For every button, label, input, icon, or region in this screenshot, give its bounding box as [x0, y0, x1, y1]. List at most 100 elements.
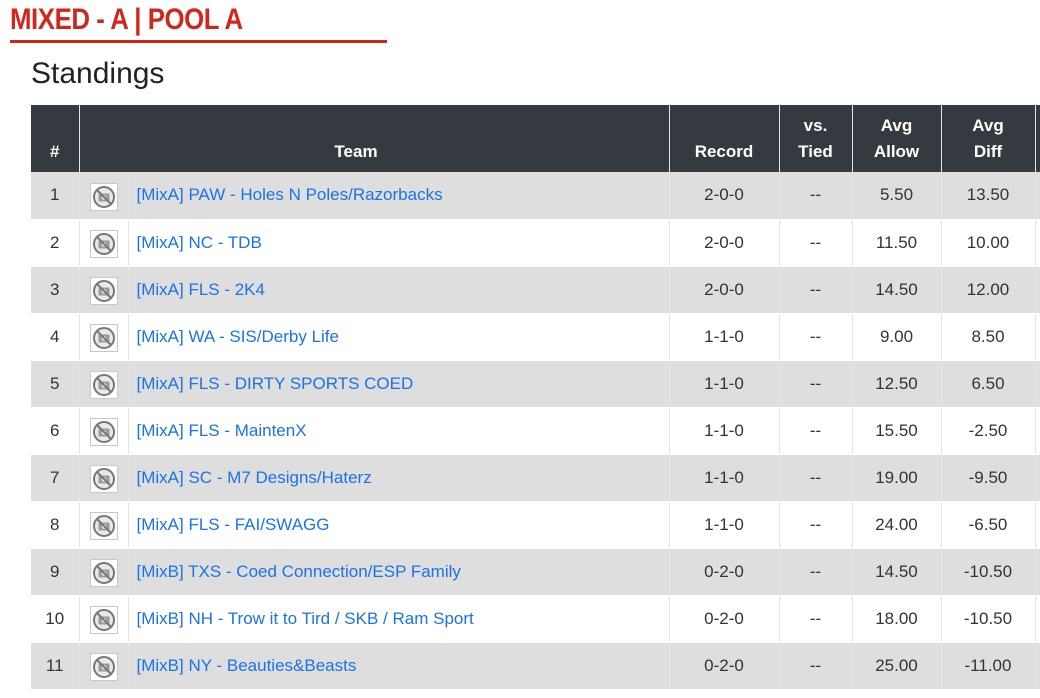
team-link[interactable]: [MixA] NC - TDB	[137, 233, 262, 252]
no-image-icon	[89, 371, 118, 399]
tied-cell: --	[778, 501, 852, 549]
team-cell: [MixA] PAW - Holes N Poles/Razorbacks	[127, 172, 669, 220]
team-link[interactable]: [MixA] SC - M7 Designs/Haterz	[137, 468, 372, 487]
table-row: 5 [MixA] FLS - DIRTY SPORTS COED 1-1-0 -…	[31, 360, 1040, 408]
avg-allow-cell: 18.00	[851, 595, 941, 643]
avg-diff-cell: 13.50	[940, 172, 1035, 220]
rank-cell: 3	[31, 266, 79, 314]
team-link[interactable]: [MixB] TXS - Coed Connection/ESP Family	[137, 562, 461, 581]
team-link[interactable]: [MixB] NY - Beauties&Beasts	[137, 656, 357, 675]
team-link[interactable]: [MixA] FLS - MaintenX	[137, 421, 307, 440]
tied-cell: --	[778, 454, 852, 502]
tied-cell: --	[778, 360, 852, 408]
record-cell: 1-1-0	[668, 407, 779, 455]
overflow-cell	[1034, 548, 1040, 596]
overflow-cell	[1034, 454, 1040, 502]
avg-diff-cell: -10.50	[940, 548, 1035, 596]
col-header-avg-diff-label: Avg Diff	[972, 116, 1004, 161]
team-logo-cell	[78, 407, 128, 455]
avg-diff-cell: -10.50	[940, 595, 1035, 643]
team-logo-cell	[78, 642, 128, 690]
table-row: 9 [MixB] TXS - Coed Connection/ESP Famil…	[31, 548, 1040, 596]
team-logo-cell	[78, 595, 128, 643]
team-cell: [MixB] NH - Trow it to Tird / SKB / Ram …	[127, 595, 669, 643]
no-image-icon	[89, 324, 118, 352]
tied-cell: --	[778, 642, 852, 690]
avg-diff-cell: 6.50	[940, 360, 1035, 408]
team-link[interactable]: [MixA] FLS - 2K4	[137, 280, 265, 299]
no-image-icon	[89, 465, 118, 493]
avg-allow-cell: 14.50	[851, 548, 941, 596]
avg-diff-cell: -11.00	[940, 642, 1035, 690]
team-cell: [MixB] NY - Beauties&Beasts	[127, 642, 669, 690]
col-header-avg-diff[interactable]: Avg Diff	[940, 105, 1035, 172]
team-logo-cell	[78, 501, 128, 549]
table-row: 7 [MixA] SC - M7 Designs/Haterz 1-1-0 --…	[31, 454, 1040, 502]
avg-diff-cell: 8.50	[940, 313, 1035, 361]
col-header-record[interactable]: Record	[668, 105, 779, 172]
overflow-cell	[1034, 642, 1040, 690]
tied-cell: --	[778, 266, 852, 314]
rank-cell: 9	[31, 548, 79, 596]
overflow-cell	[1034, 407, 1040, 455]
tied-cell: --	[778, 219, 852, 267]
team-logo-cell	[78, 313, 128, 361]
col-header-rank[interactable]: #	[31, 105, 79, 172]
no-image-icon	[89, 230, 118, 258]
col-header-avg-allow[interactable]: Avg Allow	[851, 105, 941, 172]
team-cell: [MixA] SC - M7 Designs/Haterz	[127, 454, 669, 502]
team-link[interactable]: [MixB] NH - Trow it to Tird / SKB / Ram …	[137, 609, 474, 628]
rank-cell: 5	[31, 360, 79, 408]
team-link[interactable]: [MixA] FLS - DIRTY SPORTS COED	[137, 374, 414, 393]
tied-cell: --	[778, 548, 852, 596]
record-cell: 2-0-0	[668, 172, 779, 220]
record-cell: 2-0-0	[668, 219, 779, 267]
record-cell: 1-1-0	[668, 501, 779, 549]
team-cell: [MixA] FLS - MaintenX	[127, 407, 669, 455]
avg-diff-cell: 12.00	[940, 266, 1035, 314]
team-cell: [MixA] WA - SIS/Derby Life	[127, 313, 669, 361]
standings-table: # Team Record vs. Tied Avg Allow Avg Diff 1	[31, 105, 1040, 690]
team-link[interactable]: [MixA] WA - SIS/Derby Life	[137, 327, 339, 346]
team-logo-cell	[78, 172, 128, 220]
avg-diff-cell: -6.50	[940, 501, 1035, 549]
table-row: 8 [MixA] FLS - FAI/SWAGG 1-1-0 -- 24.00 …	[31, 501, 1040, 549]
avg-allow-cell: 9.00	[851, 313, 941, 361]
team-link[interactable]: [MixA] FLS - FAI/SWAGG	[137, 515, 330, 534]
no-image-icon	[89, 512, 118, 540]
team-logo-cell	[78, 360, 128, 408]
col-header-avg-allow-label: Avg Allow	[873, 116, 920, 161]
tied-cell: --	[778, 172, 852, 220]
avg-allow-cell: 14.50	[851, 266, 941, 314]
avg-diff-cell: 10.00	[940, 219, 1035, 267]
tied-cell: --	[778, 313, 852, 361]
team-cell: [MixA] FLS - FAI/SWAGG	[127, 501, 669, 549]
overflow-cell	[1034, 266, 1040, 314]
table-row: 3 [MixA] FLS - 2K4 2-0-0 -- 14.50 12.00	[31, 266, 1040, 314]
standings-body: 1 [MixA] PAW - Holes N Poles/Razorbacks …	[31, 172, 1040, 690]
overflow-cell	[1034, 172, 1040, 220]
tied-cell: --	[778, 407, 852, 455]
no-image-icon	[89, 653, 118, 681]
pool-title: MIXED - A | POOL A	[10, 3, 243, 36]
team-cell: [MixA] FLS - DIRTY SPORTS COED	[127, 360, 669, 408]
team-link[interactable]: [MixA] PAW - Holes N Poles/Razorbacks	[137, 185, 443, 204]
avg-allow-cell: 19.00	[851, 454, 941, 502]
record-cell: 0-2-0	[668, 595, 779, 643]
col-header-tied[interactable]: vs. Tied	[778, 105, 852, 172]
standings-heading: Standings	[31, 57, 165, 90]
team-logo-cell	[78, 266, 128, 314]
team-logo-cell	[78, 454, 128, 502]
avg-allow-cell: 15.50	[851, 407, 941, 455]
avg-allow-cell: 25.00	[851, 642, 941, 690]
table-row: 6 [MixA] FLS - MaintenX 1-1-0 -- 15.50 -…	[31, 407, 1040, 455]
table-row: 10 [MixB] NH - Trow it to Tird / SKB / R…	[31, 595, 1040, 643]
record-cell: 1-1-0	[668, 313, 779, 361]
record-cell: 0-2-0	[668, 642, 779, 690]
standings-page: MIXED - A | POOL A Standings # Team Reco…	[0, 0, 1040, 698]
rank-cell: 4	[31, 313, 79, 361]
col-header-overflow	[1034, 105, 1040, 172]
col-header-team[interactable]: Team	[78, 105, 669, 172]
no-image-icon	[89, 606, 118, 634]
overflow-cell	[1034, 501, 1040, 549]
